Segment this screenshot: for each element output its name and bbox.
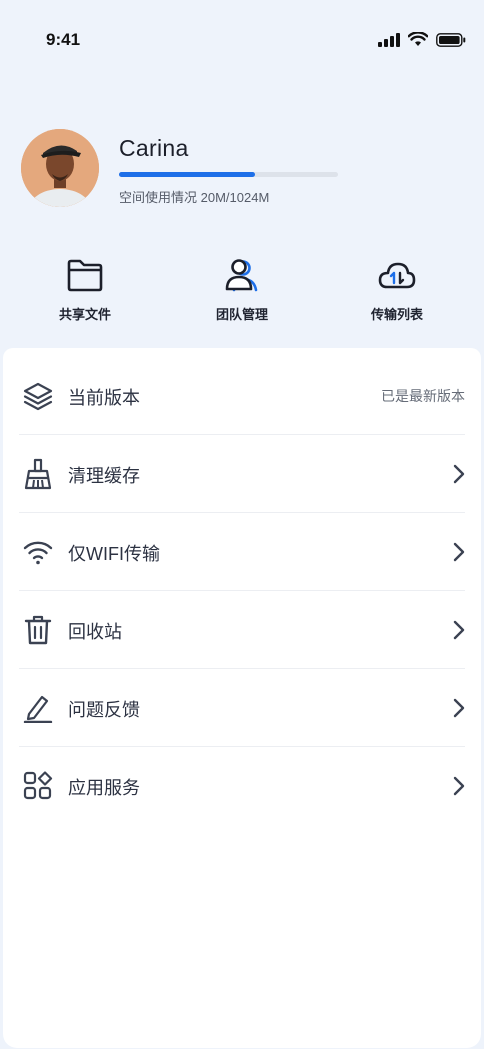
profile-section: Carina 空间使用情况 20M/1024M: [0, 120, 484, 220]
storage-usage-fill: [119, 172, 255, 177]
status-time: 9:41: [46, 30, 81, 49]
team-management-button[interactable]: 团队管理: [177, 250, 307, 323]
wifi-status-icon: [408, 32, 428, 46]
folder-icon: [67, 259, 103, 292]
wifi-icon: [23, 541, 53, 564]
chevron-right-icon: [453, 698, 465, 717]
shared-files-label: 共享文件: [58, 307, 111, 322]
shared-files-button[interactable]: 共享文件: [20, 250, 150, 323]
chevron-right-icon: [453, 620, 465, 639]
signal-icon: [378, 32, 400, 47]
menu-label-wifi-only: 仅WIFI传输: [68, 544, 160, 564]
transfer-list-button[interactable]: 传输列表: [332, 250, 462, 323]
storage-usage-label: 空间使用情况: [119, 190, 198, 205]
menu-item-current-version[interactable]: 当前版本 已是最新版本: [19, 357, 465, 435]
menu-label-current-version: 当前版本: [68, 388, 140, 408]
chevron-right-icon: [453, 464, 465, 483]
team-icon: [225, 259, 258, 292]
avatar[interactable]: [21, 129, 99, 207]
storage-usage-text: 空间使用情况 20M/1024M: [119, 187, 269, 206]
menu-item-feedback[interactable]: 问题反馈: [19, 669, 465, 747]
version-status: 已是最新版本: [381, 387, 465, 404]
battery-icon: [436, 32, 466, 47]
chevron-right-icon: [453, 542, 465, 561]
menu-item-wifi-only[interactable]: 仅WIFI传输: [19, 513, 465, 591]
chevron-right-icon: [453, 776, 465, 795]
menu-item-recycle-bin[interactable]: 回收站: [19, 591, 465, 669]
status-icons: [378, 32, 466, 47]
menu-label-app-services: 应用服务: [68, 778, 140, 798]
trash-icon: [24, 615, 52, 644]
storage-usage-bar: [119, 172, 338, 177]
broom-icon: [24, 458, 52, 489]
edit-icon: [23, 695, 53, 723]
username: Carina: [119, 135, 189, 161]
storage-usage-amount: 20M/1024M: [200, 190, 270, 205]
settings-panel: 当前版本 已是最新版本 清理缓存 仅WIFI传输 回收站 问题反馈 应用服务: [3, 348, 481, 1048]
quick-actions: 共享文件 团队管理 传输列表: [0, 250, 484, 330]
transfer-list-label: 传输列表: [370, 307, 423, 322]
menu-label-feedback: 问题反馈: [68, 700, 140, 720]
menu-label-clear-cache: 清理缓存: [68, 466, 140, 486]
team-management-label: 团队管理: [215, 307, 268, 322]
menu-label-recycle-bin: 回收站: [68, 622, 122, 642]
layers-icon: [23, 382, 53, 410]
menu-item-clear-cache[interactable]: 清理缓存: [19, 435, 465, 513]
cloud-transfer-icon: [378, 262, 416, 289]
menu-item-app-services[interactable]: 应用服务: [19, 747, 465, 824]
status-bar: 9:41: [0, 0, 484, 80]
apps-icon: [23, 770, 53, 799]
